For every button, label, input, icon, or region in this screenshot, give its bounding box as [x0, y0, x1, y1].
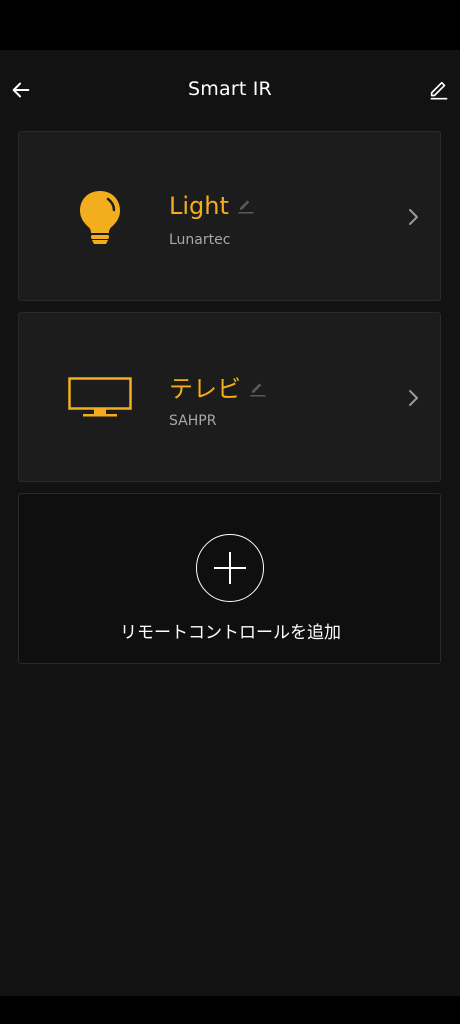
add-remote-label: リモートコントロールを追加 [120, 623, 341, 643]
pencil-icon [430, 81, 448, 100]
remote-card-light[interactable]: Light Lunartec [18, 131, 441, 301]
status-bar [0, 0, 460, 50]
add-remote-button[interactable]: リモートコントロールを追加 [18, 493, 441, 664]
remote-name-row: テレビ [169, 375, 267, 403]
remote-brand: SAHPR [169, 413, 217, 429]
add-circle [196, 534, 264, 602]
remote-brand: Lunartec [169, 232, 231, 248]
remote-name-row: Light [169, 192, 255, 220]
remote-name: Light [169, 192, 229, 220]
chevron-right-icon [403, 388, 423, 408]
remote-name: テレビ [169, 375, 241, 403]
tv-icon [67, 375, 133, 421]
pencil-icon[interactable] [237, 197, 255, 215]
pencil-icon[interactable] [249, 380, 267, 398]
chevron-right-icon [403, 207, 423, 227]
edit-button[interactable] [424, 75, 454, 105]
plus-icon [214, 552, 246, 584]
navigation-bar [0, 996, 460, 1024]
remote-card-tv[interactable]: テレビ SAHPR [18, 312, 441, 482]
page-title: Smart IR [188, 78, 272, 100]
header: Smart IR [0, 50, 460, 130]
lightbulb-icon [71, 187, 129, 247]
